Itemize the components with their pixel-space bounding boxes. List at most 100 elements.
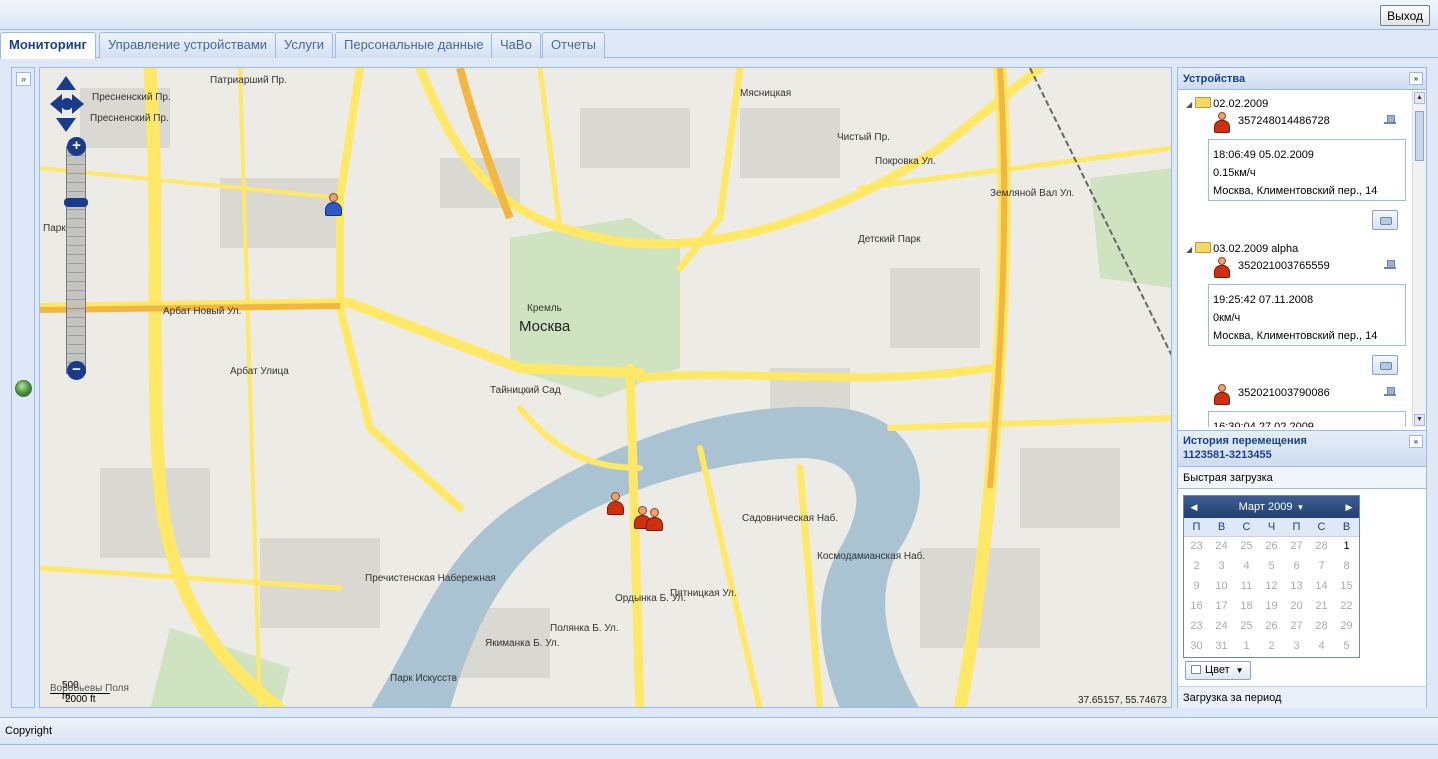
tree-expand-icon[interactable]: ◢ bbox=[1186, 100, 1192, 109]
map-view[interactable]: Пресненский Пр. Пресненский Пр. Патриарш… bbox=[39, 67, 1172, 708]
devices-tree: ◢ 02.02.2009 357248014486728 18:06:49 05.… bbox=[1178, 91, 1426, 427]
calendar-day[interactable]: 27 bbox=[1284, 616, 1309, 636]
device-id[interactable]: 352021003790086 bbox=[1238, 387, 1330, 399]
calendar-day[interactable]: 5 bbox=[1334, 636, 1359, 656]
scroll-up-icon[interactable]: ▲ bbox=[1414, 92, 1425, 104]
zoom-track[interactable] bbox=[66, 146, 86, 374]
calendar-day[interactable]: 21 bbox=[1309, 596, 1334, 616]
history-panel-header: История перемещения 1123581-3213455 » bbox=[1178, 430, 1426, 467]
tab-faq[interactable]: ЧаВо bbox=[491, 32, 541, 58]
collapse-down-icon[interactable]: » bbox=[1409, 435, 1423, 448]
zoom-slider-handle[interactable] bbox=[64, 198, 88, 207]
pin-icon[interactable] bbox=[1384, 387, 1396, 399]
calendar-day[interactable]: 24 bbox=[1209, 536, 1234, 556]
tab-device-management[interactable]: Управление устройствами bbox=[99, 32, 277, 58]
pan-arrows-icon[interactable] bbox=[50, 76, 90, 132]
calendar-day[interactable]: 17 bbox=[1209, 596, 1234, 616]
calendar-day[interactable]: 3 bbox=[1284, 636, 1309, 656]
calendar-day[interactable]: 25 bbox=[1234, 616, 1259, 636]
calendar-day[interactable]: 28 bbox=[1309, 536, 1334, 556]
calendar-day[interactable]: 1 bbox=[1334, 536, 1359, 556]
tree-group-label: 02.02.2009 bbox=[1213, 98, 1269, 110]
tab-personal-data[interactable]: Персональные данные bbox=[335, 32, 493, 58]
calendar-day[interactable]: 12 bbox=[1259, 576, 1284, 596]
left-collapsed-panel: » bbox=[11, 67, 35, 708]
scroll-down-icon[interactable]: ▼ bbox=[1414, 414, 1425, 426]
calendar-day[interactable]: 9 bbox=[1184, 576, 1209, 596]
device-time: 16:30:04 27.02.2009 bbox=[1213, 421, 1314, 427]
collapse-right-icon[interactable]: » bbox=[1409, 72, 1423, 85]
history-title: История перемещения bbox=[1183, 435, 1307, 447]
quick-load-label[interactable]: Быстрая загрузка bbox=[1178, 467, 1426, 489]
calendar-day[interactable]: 29 bbox=[1334, 616, 1359, 636]
globe-icon[interactable] bbox=[15, 380, 32, 397]
calendar-day[interactable]: 30 bbox=[1184, 636, 1209, 656]
calendar-day[interactable]: 23 bbox=[1184, 616, 1209, 636]
devices-panel-header: Устройства » bbox=[1178, 68, 1426, 90]
period-load-label[interactable]: Загрузка за период bbox=[1178, 686, 1426, 708]
month-dropdown-icon[interactable]: ▼ bbox=[1296, 503, 1304, 512]
next-month-icon[interactable]: ▶ bbox=[1341, 496, 1357, 518]
person-marker-icon[interactable] bbox=[323, 193, 343, 217]
locate-device-button[interactable] bbox=[1372, 355, 1398, 375]
calendar-day[interactable]: 5 bbox=[1259, 556, 1284, 576]
calendar-day[interactable]: 26 bbox=[1259, 536, 1284, 556]
prev-month-icon[interactable]: ◀ bbox=[1186, 496, 1202, 518]
main-tabs: Мониторинг Управление устройствами Услуг… bbox=[0, 31, 1438, 59]
calendar-day[interactable]: 4 bbox=[1234, 556, 1259, 576]
calendar-day[interactable]: 3 bbox=[1209, 556, 1234, 576]
calendar-day[interactable]: 1 bbox=[1234, 636, 1259, 656]
map-label: Садовническая Наб. bbox=[742, 513, 839, 524]
calendar-day[interactable]: 6 bbox=[1284, 556, 1309, 576]
calendar-day[interactable]: 15 bbox=[1334, 576, 1359, 596]
tree-group[interactable]: ◢ 03.02.2009 alpha bbox=[1186, 242, 1298, 255]
tab-reports[interactable]: Отчеты bbox=[542, 32, 605, 58]
map-label: Чистый Пр. bbox=[837, 132, 890, 143]
calendar-month-label[interactable]: Март 2009 bbox=[1239, 501, 1293, 513]
tab-services[interactable]: Услуги bbox=[275, 32, 333, 58]
map-label: Полянка Б. Ул. bbox=[550, 623, 619, 634]
calendar-day[interactable]: 4 bbox=[1309, 636, 1334, 656]
device-id[interactable]: 357248014486728 bbox=[1238, 115, 1330, 127]
weekday-header: П bbox=[1184, 518, 1209, 537]
calendar: ◀ Март 2009 ▼ ▶ ПВСЧПСВ 23 24 25 26 27 28 1 2 3 4 5… bbox=[1183, 495, 1360, 658]
calendar-day[interactable]: 22 bbox=[1334, 596, 1359, 616]
device-id[interactable]: 352021003765559 bbox=[1238, 260, 1330, 272]
calendar-day[interactable]: 19 bbox=[1259, 596, 1284, 616]
calendar-day[interactable]: 27 bbox=[1284, 536, 1309, 556]
calendar-day[interactable]: 2 bbox=[1184, 556, 1209, 576]
zoom-out-icon[interactable]: − bbox=[67, 361, 86, 380]
calendar-day[interactable]: 10 bbox=[1209, 576, 1234, 596]
zoom-in-icon[interactable]: + bbox=[67, 137, 86, 156]
tab-monitoring[interactable]: Мониторинг bbox=[0, 32, 96, 59]
devices-scrollbar[interactable]: ▲ ▼ bbox=[1412, 91, 1426, 427]
calendar-day[interactable]: 18 bbox=[1234, 596, 1259, 616]
person-marker-icon[interactable] bbox=[644, 508, 664, 532]
map-canvas[interactable] bbox=[40, 68, 1172, 708]
pin-icon[interactable] bbox=[1384, 115, 1396, 127]
calendar-day[interactable]: 24 bbox=[1209, 616, 1234, 636]
pin-icon[interactable] bbox=[1384, 260, 1396, 272]
locate-device-button[interactable] bbox=[1372, 210, 1398, 230]
calendar-day[interactable]: 11 bbox=[1234, 576, 1259, 596]
calendar-day[interactable]: 2 bbox=[1259, 636, 1284, 656]
scroll-thumb[interactable] bbox=[1415, 111, 1424, 161]
calendar-day[interactable]: 26 bbox=[1259, 616, 1284, 636]
tree-group[interactable]: ◢ 02.02.2009 bbox=[1186, 97, 1268, 110]
calendar-day[interactable]: 16 bbox=[1184, 596, 1209, 616]
calendar-day[interactable]: 23 bbox=[1184, 536, 1209, 556]
double-chevron-right-icon[interactable]: » bbox=[16, 72, 31, 86]
calendar-day[interactable]: 13 bbox=[1284, 576, 1309, 596]
calendar-day[interactable]: 8 bbox=[1334, 556, 1359, 576]
calendar-day[interactable]: 20 bbox=[1284, 596, 1309, 616]
color-button[interactable]: Цвет ▼ bbox=[1185, 661, 1251, 680]
exit-button[interactable]: Выход bbox=[1380, 5, 1430, 26]
calendar-day[interactable]: 28 bbox=[1309, 616, 1334, 636]
calendar-day[interactable]: 7 bbox=[1309, 556, 1334, 576]
weekday-header: В bbox=[1209, 518, 1234, 537]
person-marker-icon[interactable] bbox=[605, 492, 625, 516]
calendar-day[interactable]: 14 bbox=[1309, 576, 1334, 596]
calendar-day[interactable]: 25 bbox=[1234, 536, 1259, 556]
tree-expand-icon[interactable]: ◢ bbox=[1186, 245, 1192, 254]
calendar-day[interactable]: 31 bbox=[1209, 636, 1234, 656]
